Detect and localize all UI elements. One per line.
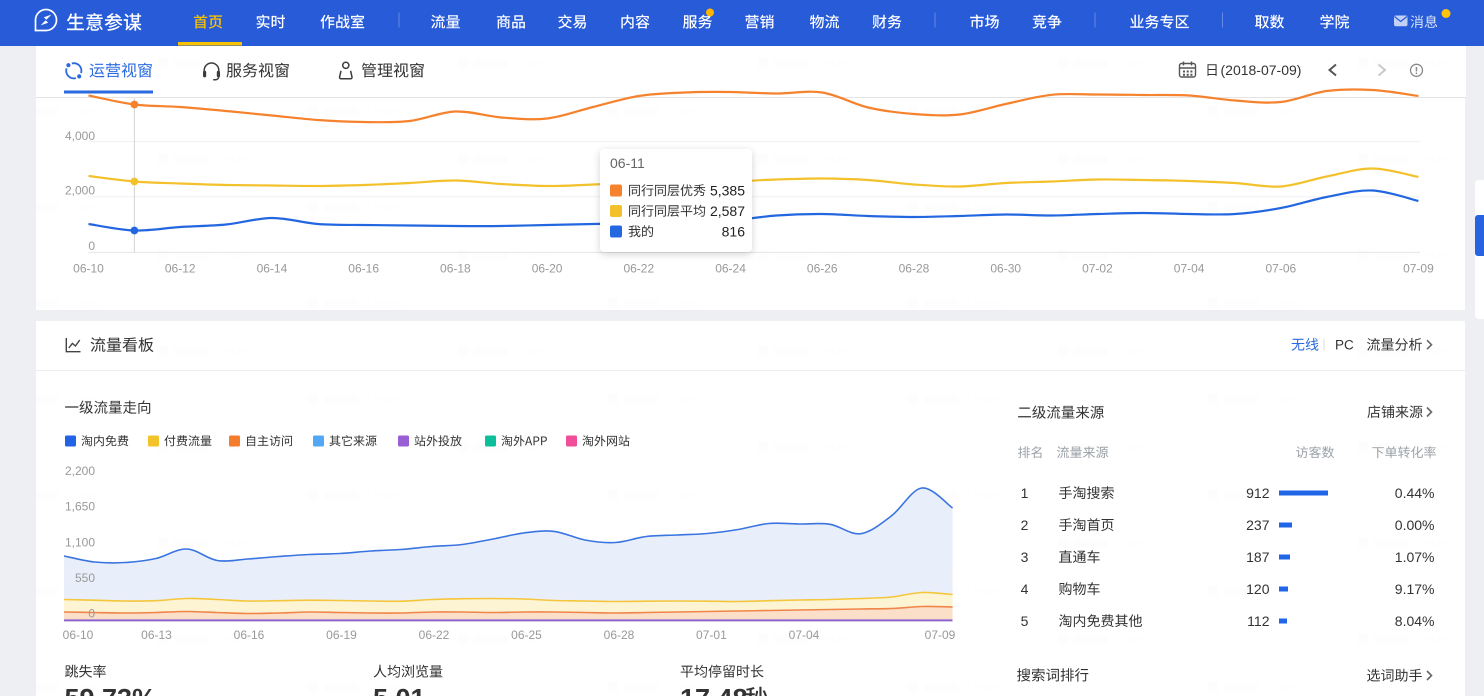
svg-text:8.04%: 8.04% bbox=[1395, 613, 1435, 629]
svg-text:2,000: 2,000 bbox=[65, 184, 95, 198]
svg-text:06-28: 06-28 bbox=[899, 262, 930, 276]
svg-text:5: 5 bbox=[1021, 613, 1029, 629]
svg-text:59.73%: 59.73% bbox=[65, 684, 157, 696]
svg-text:0.44%: 0.44% bbox=[1395, 485, 1435, 501]
svg-text:06-10: 06-10 bbox=[63, 628, 94, 642]
svg-text:07-04: 07-04 bbox=[789, 628, 820, 642]
svg-text:1,650: 1,650 bbox=[65, 500, 95, 514]
svg-text:237: 237 bbox=[1246, 517, 1270, 533]
svg-text:06-22: 06-22 bbox=[419, 628, 450, 642]
svg-text:0: 0 bbox=[88, 607, 95, 621]
svg-text:06-16: 06-16 bbox=[234, 628, 265, 642]
svg-text:0: 0 bbox=[88, 239, 95, 253]
svg-text:0.00%: 0.00% bbox=[1395, 517, 1435, 533]
svg-text:187: 187 bbox=[1246, 549, 1270, 565]
svg-text:06-24: 06-24 bbox=[715, 262, 746, 276]
svg-text:4,000: 4,000 bbox=[65, 129, 95, 143]
svg-text:5,385: 5,385 bbox=[710, 182, 745, 198]
svg-text:07-04: 07-04 bbox=[1174, 262, 1205, 276]
svg-text:912: 912 bbox=[1246, 485, 1270, 501]
svg-text:17.48: 17.48 bbox=[680, 684, 748, 696]
svg-text:2,587: 2,587 bbox=[710, 203, 745, 219]
svg-text:1: 1 bbox=[1021, 485, 1029, 501]
svg-text:06-25: 06-25 bbox=[511, 628, 542, 642]
svg-text:(2018-07-09): (2018-07-09) bbox=[1221, 62, 1302, 78]
svg-text:PC: PC bbox=[1335, 337, 1354, 352]
svg-text:9.17%: 9.17% bbox=[1395, 581, 1435, 597]
svg-text:5.01: 5.01 bbox=[373, 684, 426, 696]
svg-text:816: 816 bbox=[722, 223, 746, 239]
svg-text:06-10: 06-10 bbox=[73, 262, 104, 276]
svg-text:550: 550 bbox=[75, 571, 95, 585]
svg-text:3: 3 bbox=[1021, 549, 1029, 565]
svg-text:07-09: 07-09 bbox=[925, 628, 956, 642]
svg-text:06-11: 06-11 bbox=[610, 155, 645, 171]
svg-text:2,200: 2,200 bbox=[65, 464, 95, 478]
svg-text:06-19: 06-19 bbox=[326, 628, 357, 642]
svg-text:1,100: 1,100 bbox=[65, 535, 95, 549]
svg-text:06-14: 06-14 bbox=[257, 262, 288, 276]
svg-text:2: 2 bbox=[1021, 517, 1029, 533]
svg-text:120: 120 bbox=[1246, 581, 1270, 597]
svg-text:07-06: 07-06 bbox=[1266, 262, 1297, 276]
svg-text:06-13: 06-13 bbox=[141, 628, 172, 642]
svg-text:06-22: 06-22 bbox=[623, 262, 654, 276]
svg-text:07-01: 07-01 bbox=[696, 628, 727, 642]
svg-text:06-16: 06-16 bbox=[348, 262, 379, 276]
svg-text:07-02: 07-02 bbox=[1082, 262, 1113, 276]
svg-text:06-20: 06-20 bbox=[532, 262, 563, 276]
svg-text:06-12: 06-12 bbox=[165, 262, 196, 276]
svg-text:06-26: 06-26 bbox=[807, 262, 838, 276]
svg-text:06-30: 06-30 bbox=[990, 262, 1021, 276]
svg-text:1.07%: 1.07% bbox=[1395, 549, 1435, 565]
svg-text:07-09: 07-09 bbox=[1403, 262, 1434, 276]
svg-text:112: 112 bbox=[1247, 613, 1270, 629]
svg-text:06-28: 06-28 bbox=[604, 628, 635, 642]
svg-text:06-18: 06-18 bbox=[440, 262, 471, 276]
svg-text:4: 4 bbox=[1021, 581, 1029, 597]
